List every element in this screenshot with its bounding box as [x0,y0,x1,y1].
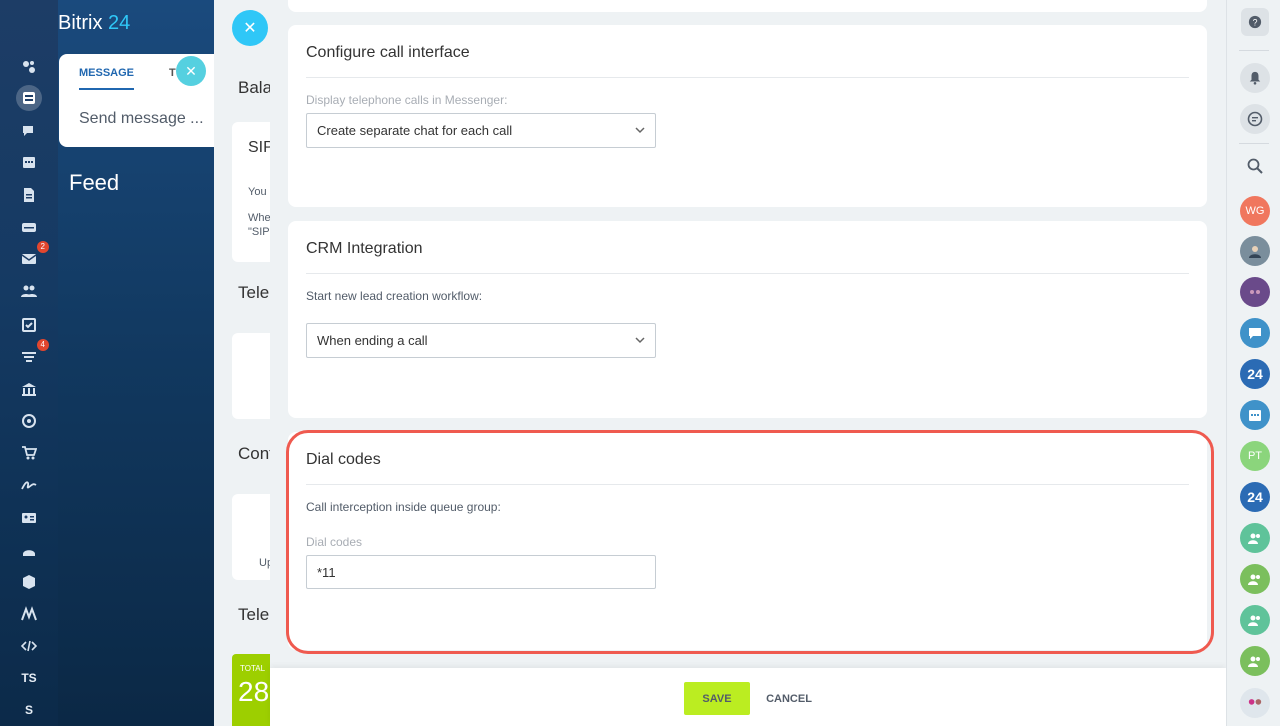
s-item[interactable]: S [17,698,41,722]
panel-footer: SAVE CANCEL [270,668,1226,726]
bitrix24-icon[interactable]: 24 [1240,359,1270,389]
mid-title: Bala [238,78,273,97]
ts-item[interactable]: TS [17,666,41,690]
target-icon[interactable] [17,409,41,433]
employees-icon[interactable] [17,279,41,303]
total-card: TOTAL 28 [232,654,274,726]
help-icon[interactable]: ? [1241,8,1269,36]
sites-icon[interactable] [17,55,41,79]
wg-avatar[interactable]: WG [1240,196,1270,226]
chevron-down-icon [635,127,645,134]
group-chat-icon[interactable] [1240,523,1270,553]
svg-text:?: ? [1253,18,1258,28]
market-icon[interactable] [17,602,41,626]
left-sidebar: 2 4 TS S [0,0,58,726]
settings-panel: Configure call interface Display telepho… [270,0,1226,726]
code-icon[interactable] [17,634,41,658]
underlying-slider: Bala SIP You Whe "SIP Telep Confi Up Tel… [214,0,274,726]
app-logo[interactable]: Bitrix 24 [58,12,130,35]
close-icon[interactable]: ✕ [176,56,206,86]
dial-codes-input[interactable]: *11 [306,555,656,589]
crm-icon[interactable]: 4 [17,339,49,369]
dial-codes-section: Dial codes Call interception inside queu… [288,432,1207,650]
section-title: Configure call interface [306,44,470,61]
messenger-display-select[interactable]: Create separate chat for each call [306,113,656,148]
chat-icon[interactable] [17,119,41,143]
group-photo-avatar[interactable] [1240,277,1270,307]
users-photo-avatar[interactable] [1240,688,1270,718]
messages-icon[interactable] [1240,104,1270,134]
section-title: Dial codes [306,451,381,468]
chevron-down-icon [635,337,645,344]
sip-text-1: You [248,186,267,198]
bitrix24-icon[interactable]: 24 [1240,482,1270,512]
contact-card-icon[interactable] [17,506,41,530]
compose-box: MESSAGE T Send message ... [59,54,234,147]
pt-avatar[interactable]: PT [1240,441,1270,471]
messenger-display-label: Display telephone calls in Messenger: [306,93,508,107]
call-interception-label: Call interception inside queue group: [306,500,501,514]
tab-second[interactable]: T [169,67,176,79]
divider [306,484,1189,485]
tab-message[interactable]: MESSAGE [79,67,135,90]
section-title: CRM Integration [306,240,423,257]
mail-icon[interactable]: 2 [17,241,49,271]
bank-icon[interactable] [17,377,41,401]
android-icon[interactable] [17,538,41,562]
sip-text-2: Whe [248,212,271,224]
mid-section-3: Confi [238,444,274,463]
calendar-icon[interactable] [17,150,41,174]
mid-section-4: Telep [238,605,274,624]
calendar-chat-icon[interactable] [1240,400,1270,430]
search-icon[interactable] [1240,151,1270,181]
chat-group-icon[interactable] [1240,318,1270,348]
tasks-icon[interactable] [17,313,41,337]
signature-icon[interactable] [17,473,41,497]
notifications-icon[interactable] [1240,63,1270,93]
drive-icon[interactable] [17,215,41,239]
save-button[interactable]: SAVE [684,682,750,715]
mid-card-2 [232,333,274,419]
page-title: Feed [69,170,120,195]
group-chat-icon[interactable] [1240,646,1270,676]
divider [306,273,1189,274]
sip-text-3: "SIP [248,226,270,238]
document-icon[interactable] [17,183,41,207]
close-slider-icon[interactable]: ✕ [232,10,268,46]
right-sidebar: ? WG 24 PT 24 [1226,0,1280,726]
crm-integration-section: CRM Integration Start new lead creation … [288,221,1207,418]
lead-workflow-label: Start new lead creation workflow: [306,289,483,303]
send-message-input[interactable]: Send message ... [79,110,204,128]
crm-badge: 4 [36,339,49,351]
call-interface-section: Configure call interface Display telepho… [288,25,1207,207]
separator [1239,143,1269,144]
mid-section-2: Telep [238,283,274,302]
feed-icon[interactable] [16,85,42,111]
dial-codes-field-label: Dial codes [306,535,363,549]
group-chat-icon[interactable] [1240,564,1270,594]
cancel-button[interactable]: CANCEL [765,682,813,715]
cart-icon[interactable] [17,441,41,465]
box-icon[interactable] [17,570,41,594]
separator [1239,50,1269,51]
lead-workflow-select[interactable]: When ending a call [306,323,656,358]
divider [306,77,1189,78]
user-avatar[interactable] [1240,236,1270,266]
mail-badge: 2 [36,241,49,253]
group-chat-icon[interactable] [1240,605,1270,635]
top-section-partial [288,0,1207,12]
